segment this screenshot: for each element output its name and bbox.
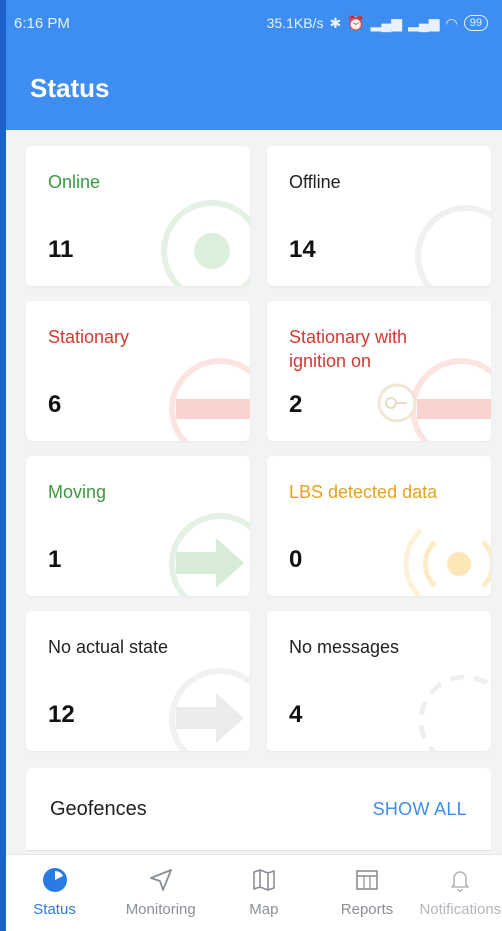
status-pie-icon: [42, 868, 67, 892]
card-online[interactable]: Online 11: [26, 146, 250, 286]
nav-label: Monitoring: [125, 901, 196, 918]
nav-label: Map: [249, 901, 279, 918]
bottom-navigation: Status Monitoring Map Reports Notificati…: [0, 854, 502, 931]
geofences-section: Geofences SHOW ALL: [26, 768, 491, 850]
dashed-circle-icon: [418, 674, 491, 751]
system-status-bar: 6:16 PM 35.1KB/s ✱ ⏰ ▂▄▆ ▂▄▆ ◠ 99: [0, 0, 502, 46]
screen-edge: [0, 0, 6, 931]
nav-label: Notifications: [419, 901, 502, 918]
show-all-button[interactable]: SHOW ALL: [373, 799, 467, 820]
navigation-arrow-icon: [149, 869, 172, 891]
card-count: 11: [48, 236, 74, 263]
nav-reports[interactable]: Reports: [315, 855, 418, 931]
app-bar: Status: [0, 46, 502, 130]
card-moving[interactable]: Moving 1: [26, 456, 250, 596]
card-count: 12: [48, 701, 75, 728]
divider: [26, 850, 491, 851]
card-stationary-ignition[interactable]: Stationary with ignition on 2: [267, 301, 491, 441]
offline-circle-icon: [415, 205, 491, 286]
card-count: 14: [289, 236, 316, 263]
bell-icon: [451, 871, 470, 892]
nav-status[interactable]: Status: [0, 855, 109, 931]
battery-icon: 99: [463, 15, 488, 31]
online-circle-icon: [161, 200, 250, 286]
gray-arrow-icon: [169, 668, 250, 751]
arrow-right-icon: [169, 513, 250, 596]
nav-label: Reports: [340, 901, 394, 918]
stop-icon: [169, 358, 250, 441]
signal-icon: ▂▄▆: [370, 14, 403, 31]
status-icons: 35.1KB/s ✱ ⏰ ▂▄▆ ▂▄▆ ◠ 99: [267, 15, 488, 32]
card-offline[interactable]: Offline 14: [267, 146, 491, 286]
map-icon: [253, 869, 275, 891]
nav-map[interactable]: Map: [212, 855, 315, 931]
key-stop-icon: [377, 358, 491, 441]
card-count: 2: [289, 391, 303, 418]
page-title: Status: [30, 72, 110, 103]
lbs-signal-icon: [403, 528, 491, 596]
card-count: 1: [48, 546, 62, 573]
card-no-actual-state[interactable]: No actual state 12: [26, 611, 250, 751]
card-count: 4: [289, 701, 303, 728]
card-no-messages[interactable]: No messages 4: [267, 611, 491, 751]
nav-notifications[interactable]: Notifications: [419, 855, 502, 931]
card-count: 6: [48, 391, 62, 418]
reports-icon: [356, 870, 378, 890]
card-lbs[interactable]: LBS detected data 0: [267, 456, 491, 596]
card-count: 0: [289, 546, 303, 573]
clock: 6:16 PM: [14, 14, 70, 32]
network-speed: 35.1KB/s: [266, 15, 324, 31]
nav-monitoring[interactable]: Monitoring: [109, 855, 212, 931]
bluetooth-icon: ✱: [329, 14, 342, 31]
card-stationary[interactable]: Stationary 6: [26, 301, 250, 441]
nav-label: Status: [33, 901, 76, 918]
signal-icon: ▂▄▆: [408, 14, 440, 31]
wifi-icon: ◠: [445, 14, 458, 31]
geofences-title: Geofences: [50, 797, 147, 820]
alarm-icon: ⏰: [347, 14, 365, 31]
